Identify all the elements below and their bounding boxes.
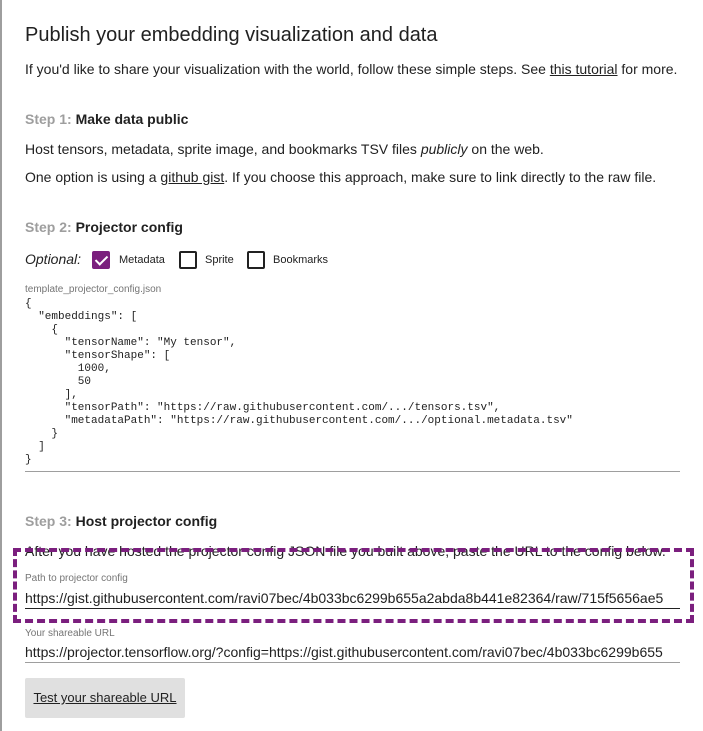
sprite-checkbox-label: Sprite (205, 254, 234, 266)
bookmarks-checkbox-label: Bookmarks (273, 254, 329, 266)
dialog-left-border (0, 0, 2, 731)
optional-label: Optional: (25, 251, 82, 267)
step2-heading: Step 2: Projector config (25, 219, 183, 235)
code-block-underline (25, 471, 680, 472)
test-shareable-url-button[interactable]: Test your shareable URL (25, 678, 185, 718)
step1-line1-em: publicly (420, 141, 468, 157)
step3-number: Step 3: (25, 513, 72, 529)
step2-title: Projector config (75, 219, 183, 235)
shareable-url-underline (25, 662, 680, 663)
github-gist-link[interactable]: github gist (160, 169, 224, 185)
config-code-block[interactable]: { "embeddings": [ { "tensorName": "My te… (25, 298, 573, 467)
config-filename: template_projector_config.json (25, 284, 162, 295)
step1-line2-before: One option is using a (25, 169, 161, 185)
shareable-url-input[interactable]: https://projector.tensorflow.org/?config… (25, 644, 680, 660)
step1-title: Make data public (75, 111, 189, 127)
step1-line1-after: on the web. (467, 141, 544, 157)
shareable-url-label: Your shareable URL (25, 628, 115, 639)
step2-number: Step 2: (25, 219, 72, 235)
step1-number: Step 1: (25, 111, 72, 127)
step3-heading: Step 3: Host projector config (25, 513, 217, 529)
step1-heading: Step 1: Make data public (25, 111, 188, 127)
bookmarks-checkbox[interactable] (247, 251, 265, 269)
tutorial-link[interactable]: this tutorial (550, 61, 618, 77)
sprite-checkbox[interactable] (179, 251, 197, 269)
step1-line1-before: Host tensors, metadata, sprite image, an… (25, 141, 421, 157)
intro-text: If you'd like to share your visualizatio… (25, 61, 677, 77)
step1-line2: One option is using a github gist. If yo… (25, 169, 656, 185)
intro-before: If you'd like to share your visualizatio… (25, 61, 550, 77)
step1-line2-after: . If you choose this approach, make sure… (224, 169, 657, 185)
step1-line1: Host tensors, metadata, sprite image, an… (25, 141, 544, 157)
step3-title: Host projector config (75, 513, 218, 529)
metadata-checkbox-label: Metadata (119, 254, 165, 266)
metadata-checkbox[interactable] (92, 251, 110, 269)
intro-after: for more. (617, 61, 678, 77)
highlight-annotation (13, 548, 694, 623)
dialog-title: Publish your embedding visualization and… (25, 24, 438, 46)
